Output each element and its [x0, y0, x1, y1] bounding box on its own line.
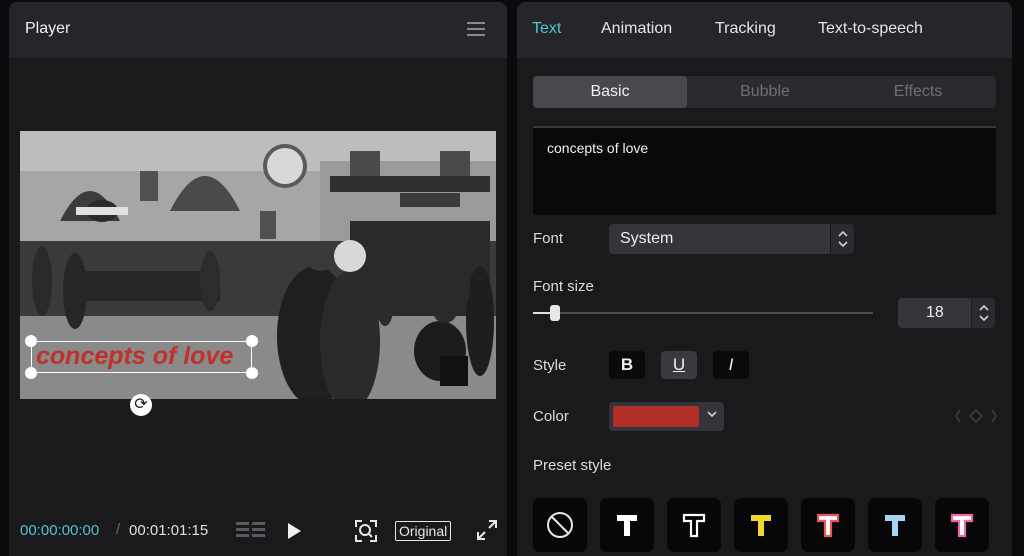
rotate-icon[interactable]: ⟳: [130, 394, 152, 416]
no-style-icon: [547, 512, 573, 538]
app-root: Player concepts of love ⟳ 00:00:00:00 / …: [0, 0, 1024, 556]
preset-style-light-blue[interactable]: [868, 498, 922, 552]
underline-button[interactable]: U: [661, 351, 697, 379]
preset-style-white-red-outline[interactable]: [801, 498, 855, 552]
font-size-label: Font size: [533, 278, 594, 295]
text-editor-panel: Text Animation Tracking Text-to-speech B…: [517, 2, 1012, 556]
color-swatch: [613, 406, 699, 427]
color-picker[interactable]: [609, 402, 724, 431]
text-style-icon: [950, 513, 974, 538]
menu-icon[interactable]: [467, 22, 485, 36]
player-title: Player: [25, 20, 71, 37]
text-style-icon: [751, 515, 771, 536]
chevron-down-icon: [707, 411, 717, 418]
tab-tracking[interactable]: Tracking: [715, 20, 776, 38]
tab-animation[interactable]: Animation: [601, 20, 672, 38]
segment-basic[interactable]: Basic: [533, 76, 687, 108]
caption-text-input[interactable]: concepts of love: [533, 126, 996, 215]
preset-style-label: Preset style: [533, 457, 612, 474]
resize-handle-top-left[interactable]: [25, 335, 37, 347]
text-style-icon: [617, 515, 637, 536]
tab-text[interactable]: Text: [532, 20, 561, 38]
caption-bounding-box[interactable]: concepts of love: [31, 341, 252, 373]
preset-style-white[interactable]: [600, 498, 654, 552]
fullscreen-icon[interactable]: [477, 520, 497, 540]
timecode-total: 00:01:01:15: [129, 522, 209, 539]
caption-text: concepts of love: [36, 342, 234, 370]
timecode-separator: /: [116, 521, 121, 538]
timecode-current: 00:00:00:00: [20, 522, 100, 539]
segment-effects[interactable]: Effects: [841, 76, 995, 108]
font-size-value: 18: [926, 304, 944, 321]
color-nav-arrows-icon[interactable]: [954, 406, 998, 426]
original-ratio-button[interactable]: Original: [395, 521, 452, 541]
resize-handle-bottom-right[interactable]: [246, 367, 258, 379]
zoom-fit-icon[interactable]: [355, 520, 377, 542]
tab-text-to-speech[interactable]: Text-to-speech: [818, 20, 923, 38]
text-style-icon: [682, 513, 706, 538]
bold-button[interactable]: B: [609, 351, 645, 379]
resize-handle-bottom-left[interactable]: [25, 367, 37, 379]
preset-style-outline[interactable]: [667, 498, 721, 552]
resize-handle-top-right[interactable]: [246, 335, 258, 347]
font-select[interactable]: System: [609, 224, 854, 254]
player-controls: 00:00:00:00 / 00:01:01:15 Original: [9, 512, 507, 552]
preset-style-yellow[interactable]: [734, 498, 788, 552]
font-size-spinner-icon[interactable]: [971, 298, 995, 328]
preset-style-pink-outline[interactable]: [935, 498, 989, 552]
preset-style-none[interactable]: [533, 498, 587, 552]
font-size-slider[interactable]: [533, 305, 873, 321]
style-segment-control: Basic Bubble Effects: [533, 76, 996, 108]
segment-bubble[interactable]: Bubble: [688, 76, 842, 108]
font-select-value: System: [620, 230, 674, 247]
text-style-icon: [816, 513, 840, 538]
style-label: Style: [533, 357, 567, 374]
editor-tab-bar: Text Animation Tracking Text-to-speech: [517, 2, 1012, 58]
font-label: Font: [533, 230, 564, 247]
text-style-icon: [885, 515, 905, 536]
font-size-slider-knob[interactable]: [550, 305, 560, 321]
font-size-input[interactable]: 18: [898, 298, 995, 328]
player-panel: Player concepts of love ⟳ 00:00:00:00 / …: [9, 2, 507, 556]
font-select-spinner-icon: [830, 224, 854, 254]
color-label: Color: [533, 408, 569, 425]
grid-view-icon[interactable]: [236, 521, 266, 541]
font-size-slider-fill: [533, 312, 550, 314]
italic-button[interactable]: I: [713, 351, 749, 379]
player-header: Player: [9, 2, 507, 58]
play-icon[interactable]: [286, 522, 302, 540]
